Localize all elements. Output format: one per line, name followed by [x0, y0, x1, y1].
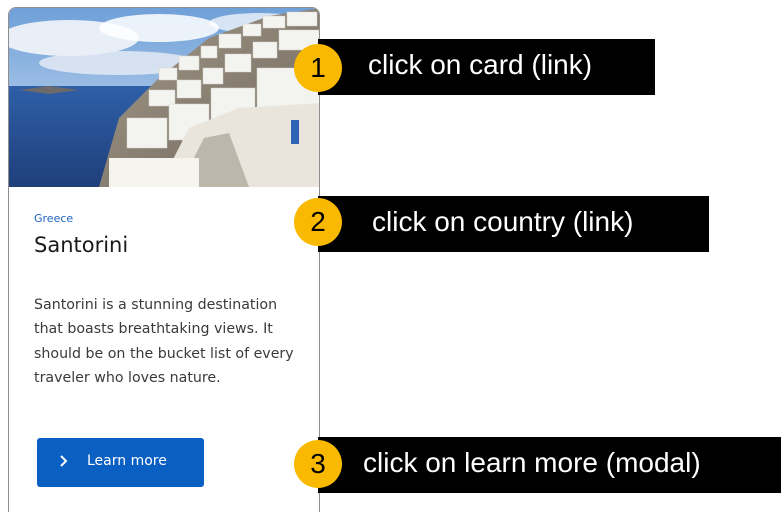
annotation-1-callout: click on card (link) [318, 39, 655, 95]
card-description: Santorini is a stunning destination that… [34, 297, 294, 386]
annotation-3-callout: click on learn more (modal) [318, 437, 781, 493]
annotation-2-badge: 2 [294, 198, 342, 246]
annotation-3-badge: 3 [294, 440, 342, 488]
chevron-right-icon [60, 455, 68, 467]
santorini-photo [9, 8, 319, 187]
destination-card[interactable]: Greece Santorini Santorini is a stunning… [8, 7, 320, 512]
annotation-1-text: click on card (link) [368, 49, 593, 80]
annotation-3-text: click on learn more (modal) [363, 447, 701, 478]
annotation-2-callout: click on country (link) [318, 196, 709, 252]
learn-more-label: Learn more [87, 453, 167, 469]
card-title: Santorini [34, 233, 129, 257]
annotation-1-badge: 1 [294, 44, 342, 92]
learn-more-button[interactable]: Learn more [37, 438, 204, 487]
country-link[interactable]: Greece [34, 212, 73, 225]
annotation-2-text: click on country (link) [372, 206, 634, 237]
